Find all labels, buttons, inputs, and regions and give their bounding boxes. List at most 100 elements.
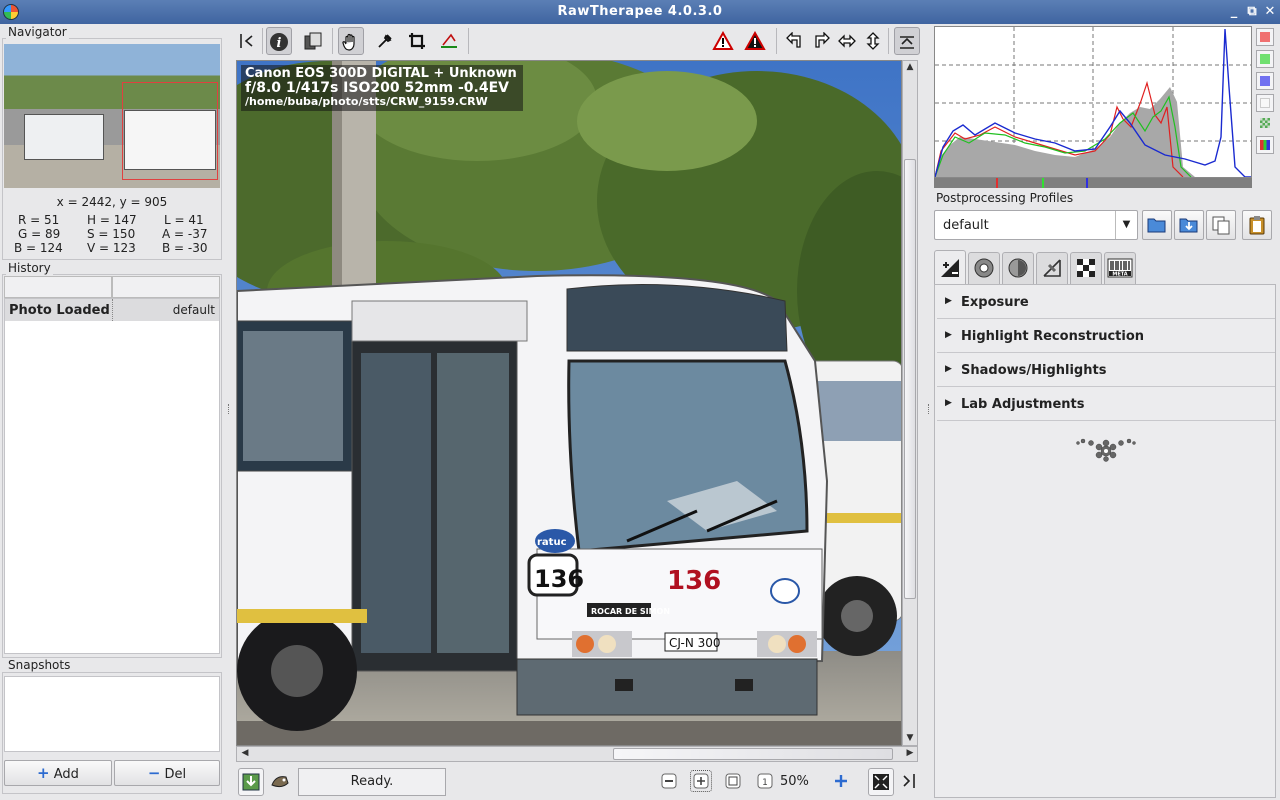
scroll-up-icon[interactable]: ▲ [903, 62, 917, 72]
section-lab-adjustments[interactable]: ▶ Lab Adjustments [937, 389, 1275, 421]
zoom-out-button[interactable] [658, 770, 680, 792]
warning-outline-icon [712, 30, 734, 50]
history-col-action[interactable] [4, 276, 112, 298]
rotate-left-icon [786, 31, 801, 48]
camera-model: Canon EOS 300D DIGITAL + Unknown [245, 66, 517, 81]
zoom-one-to-one-button[interactable]: 1 [754, 770, 776, 792]
splitter-grip [928, 404, 930, 414]
tab-transform[interactable] [1036, 252, 1068, 284]
svg-text:i: i [277, 36, 282, 51]
paste-profile-button[interactable] [1242, 210, 1272, 240]
minus-icon: − [147, 764, 161, 782]
collapse-right-icon [903, 774, 915, 788]
history-value: default [172, 303, 215, 317]
zoom-level: 50% [780, 774, 809, 789]
scroll-right-icon[interactable]: ▶ [903, 748, 917, 758]
toggle-luminance-button[interactable] [1256, 94, 1274, 112]
detail-tab-icon [974, 258, 994, 278]
info-button[interactable]: i [266, 27, 292, 55]
scroll-left-icon[interactable]: ◀ [238, 748, 252, 758]
history-list[interactable]: Photo Loaded default [4, 298, 220, 654]
save-image-button[interactable] [238, 768, 264, 796]
rotate-left-button[interactable] [782, 27, 808, 55]
rotate-right-button[interactable] [808, 27, 834, 55]
section-highlight-reconstruction[interactable]: ▶ Highlight Reconstruction [937, 321, 1275, 353]
flip-horizontal-button[interactable] [834, 27, 860, 55]
snapshots-list[interactable] [4, 676, 220, 752]
license-plate: CJ-N 300 [669, 636, 721, 650]
tab-exposure[interactable] [934, 250, 966, 284]
tab-metadata[interactable]: META [1104, 252, 1136, 284]
crop-tool-button[interactable] [404, 27, 430, 55]
white-balance-picker-button[interactable] [372, 27, 398, 55]
toolbar-separator [888, 28, 889, 54]
delete-snapshot-button[interactable]: − Del [114, 760, 220, 786]
highlight-clipping-button[interactable] [742, 27, 768, 55]
horizontal-scroll-thumb[interactable] [613, 748, 893, 760]
blue-channel-icon [1260, 76, 1270, 86]
snapshots-label: Snapshots [6, 658, 73, 672]
paste-icon [1249, 216, 1265, 235]
section-lab-label: Lab Adjustments [961, 397, 1085, 412]
close-button[interactable]: ✕ [1262, 4, 1278, 20]
section-exposure[interactable]: ▶ Exposure [937, 287, 1275, 319]
shadow-clipping-button[interactable] [710, 27, 736, 55]
histogram-raw-bar [934, 178, 1252, 188]
copy-profile-button[interactable] [1206, 210, 1236, 240]
zoom-fit-button[interactable] [722, 770, 744, 792]
save-profile-button[interactable] [1174, 210, 1204, 240]
red-channel-icon [1260, 32, 1270, 42]
pixel-l: L = 41 [164, 213, 204, 227]
zoom-out-icon [661, 773, 677, 789]
tab-detail[interactable] [968, 252, 1000, 284]
toggle-red-button[interactable] [1256, 28, 1274, 46]
fullscreen-button[interactable] [868, 768, 894, 796]
zoom-in-button[interactable] [830, 770, 852, 792]
tab-raw[interactable] [1070, 252, 1102, 284]
profile-select[interactable]: default ▼ [934, 210, 1138, 240]
collapse-left-icon [240, 34, 253, 48]
before-after-button[interactable] [300, 27, 326, 55]
toggle-blue-button[interactable] [1256, 72, 1274, 90]
send-to-editor-button[interactable] [266, 768, 294, 796]
splitter-grip [228, 404, 230, 414]
ornament-icon [1076, 438, 1136, 462]
raw-histogram-icon[interactable] [1260, 118, 1270, 128]
flip-vertical-button[interactable] [860, 27, 886, 55]
vertical-scrollbar[interactable]: ▲ ▼ [902, 60, 918, 746]
history-row[interactable]: Photo Loaded default [5, 299, 219, 321]
history-header [4, 276, 220, 298]
section-shadows-highlights[interactable]: ▶ Shadows/Highlights [937, 355, 1275, 387]
zoom-100-button[interactable] [690, 770, 712, 792]
photo-preview: 136 ratuc 136 ROCAR DE SIMON CJ-N 300 [237, 61, 901, 745]
add-snapshot-button[interactable]: + Add [4, 760, 112, 786]
editor-panel: i 136 ratuc 136 ROCAR DE SIMON CJ-N 300 … [232, 24, 926, 800]
right-panel: Postprocessing Profiles default ▼ META ▶… [932, 24, 1280, 800]
straighten-tool-button[interactable] [436, 27, 462, 55]
maximize-button[interactable]: ⧉ [1244, 4, 1260, 20]
history-col-value[interactable] [112, 276, 220, 298]
hand-tool-button[interactable] [338, 27, 364, 55]
profiles-label: Postprocessing Profiles [936, 191, 1074, 205]
hide-top-panel-button[interactable] [894, 27, 920, 55]
folder-open-icon [1147, 218, 1166, 233]
pixel-a: A = -37 [162, 227, 208, 241]
hide-left-panel-button[interactable] [234, 27, 260, 55]
navigator-thumbnail[interactable] [4, 44, 220, 188]
tab-color[interactable] [1002, 252, 1034, 284]
navigator-viewport-box[interactable] [122, 82, 218, 180]
history-action: Photo Loaded [9, 303, 110, 318]
toggle-bar-button[interactable] [1256, 136, 1274, 154]
image-canvas[interactable]: 136 ratuc 136 ROCAR DE SIMON CJ-N 300 Ca… [236, 60, 902, 746]
load-profile-button[interactable] [1142, 210, 1172, 240]
horizontal-scrollbar[interactable]: ◀ ▶ [236, 746, 918, 762]
scroll-down-icon[interactable]: ▼ [903, 733, 917, 743]
vertical-scroll-thumb[interactable] [904, 159, 916, 599]
section-exposure-label: Exposure [961, 295, 1029, 310]
hide-right-panel-button[interactable] [898, 770, 920, 792]
toggle-green-button[interactable] [1256, 50, 1274, 68]
color-tab-icon [1008, 258, 1028, 278]
minimize-button[interactable]: _ [1226, 4, 1242, 20]
delete-snapshot-label: Del [164, 767, 187, 782]
chevron-down-icon[interactable]: ▼ [1115, 211, 1137, 239]
